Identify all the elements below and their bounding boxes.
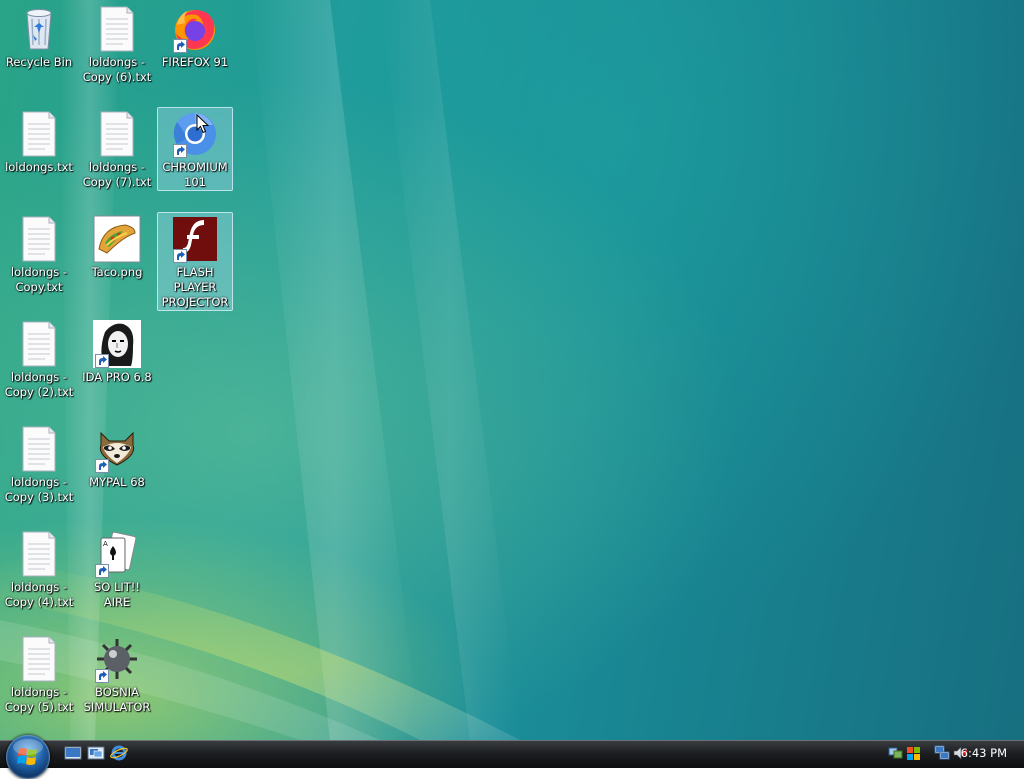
svg-text:A: A [103, 540, 108, 548]
shortcut-arrow-icon [95, 354, 109, 368]
desktop-icon-label: MYPAL 68 [89, 475, 145, 489]
desktop-icon-label: loldongs - Copy (3).txt [4, 475, 74, 504]
desktop-icon-label: loldongs - Copy (6).txt [82, 55, 152, 84]
desktop-icon[interactable]: loldongs - Copy (3).txt [1, 422, 77, 506]
desktop-icon[interactable]: loldongs - Copy.txt [1, 212, 77, 296]
shortcut-arrow-icon [95, 564, 109, 578]
desktop-icon[interactable]: IDA PRO 6.8 [79, 317, 155, 386]
desktop-icon-label: loldongs.txt [5, 160, 73, 174]
mypal-raccoon-icon [93, 425, 141, 473]
text-file-icon [93, 110, 141, 158]
desktop-icon[interactable]: Taco.png [79, 212, 155, 281]
text-file-icon [15, 425, 63, 473]
desktop-icon-label: loldongs - Copy (2).txt [4, 370, 74, 399]
desktop-icon-label: Recycle Bin [5, 55, 73, 69]
desktop-icon-label: FLASH PLAYER PROJECTOR [161, 265, 229, 309]
shortcut-arrow-icon [173, 249, 187, 263]
desktop-icon-label: loldongs - Copy (5).txt [4, 685, 74, 714]
shortcut-arrow-icon [173, 39, 187, 53]
text-file-icon [15, 635, 63, 683]
desktop-icon[interactable]: FLASH PLAYER PROJECTOR [157, 212, 233, 311]
desktop-icon-label: SO LIT!! AIRE [93, 580, 141, 609]
shortcut-arrow-icon [95, 669, 109, 683]
show-desktop-icon[interactable] [64, 745, 82, 761]
desktop-icon-label: loldongs - Copy (4).txt [4, 580, 74, 609]
desktop-icon[interactable]: BOSNIA SIMULATOR [79, 632, 155, 716]
desktop-icon[interactable]: loldongs - Copy (4).txt [1, 527, 77, 611]
desktop-icon-label: IDA PRO 6.8 [82, 370, 152, 384]
desktop-icon[interactable]: loldongs - Copy (5).txt [1, 632, 77, 716]
desktop-icon[interactable]: Recycle Bin [1, 2, 77, 71]
network-icon[interactable] [888, 745, 904, 761]
shortcut-arrow-icon [95, 459, 109, 473]
firefox-icon [171, 5, 219, 53]
desktop-icon-label: FIREFOX 91 [161, 55, 229, 69]
desktop-icon[interactable]: loldongs - Copy (7).txt [79, 107, 155, 191]
text-file-icon [93, 5, 141, 53]
internet-explorer-icon[interactable] [110, 745, 128, 761]
desktop-icon[interactable]: loldongs - Copy (6).txt [79, 2, 155, 86]
chromium-icon [171, 110, 219, 158]
desktop-icon[interactable]: CHROMIUM 101 [157, 107, 233, 191]
taskbar-clock[interactable]: 6:43 PM [961, 746, 1007, 760]
windows-orb-icon [13, 739, 43, 765]
desktop-icon-label: BOSNIA SIMULATOR [83, 685, 151, 714]
network-connection-icon[interactable] [934, 745, 950, 761]
desktop-icon[interactable]: FIREFOX 91 [157, 2, 233, 71]
desktop-icon-label: loldongs - Copy (7).txt [82, 160, 152, 189]
desktop-icon[interactable]: MYPAL 68 [79, 422, 155, 491]
desktop-icon-label: CHROMIUM 101 [162, 160, 228, 189]
text-file-icon [15, 320, 63, 368]
desktop-icon[interactable]: A SO LIT!! AIRE [79, 527, 155, 611]
shortcut-arrow-icon [173, 144, 187, 158]
text-file-icon [15, 110, 63, 158]
text-file-icon [15, 530, 63, 578]
desktop-icon[interactable]: loldongs.txt [1, 107, 77, 176]
minesweeper-mine-icon [93, 635, 141, 683]
start-button[interactable] [6, 735, 50, 779]
desktop-icon-label: Taco.png [91, 265, 143, 279]
ida-pro-icon [93, 320, 141, 368]
text-file-icon [15, 215, 63, 263]
taco-image-icon [93, 215, 141, 263]
solitaire-cards-icon: A [93, 530, 141, 578]
windows-update-icon[interactable] [906, 745, 922, 761]
recycle-bin-icon [15, 5, 63, 53]
desktop-icon[interactable]: loldongs - Copy (2).txt [1, 317, 77, 401]
switch-windows-icon[interactable] [87, 745, 105, 761]
desktop-icon-label: loldongs - Copy.txt [10, 265, 68, 294]
flash-player-icon [171, 215, 219, 263]
